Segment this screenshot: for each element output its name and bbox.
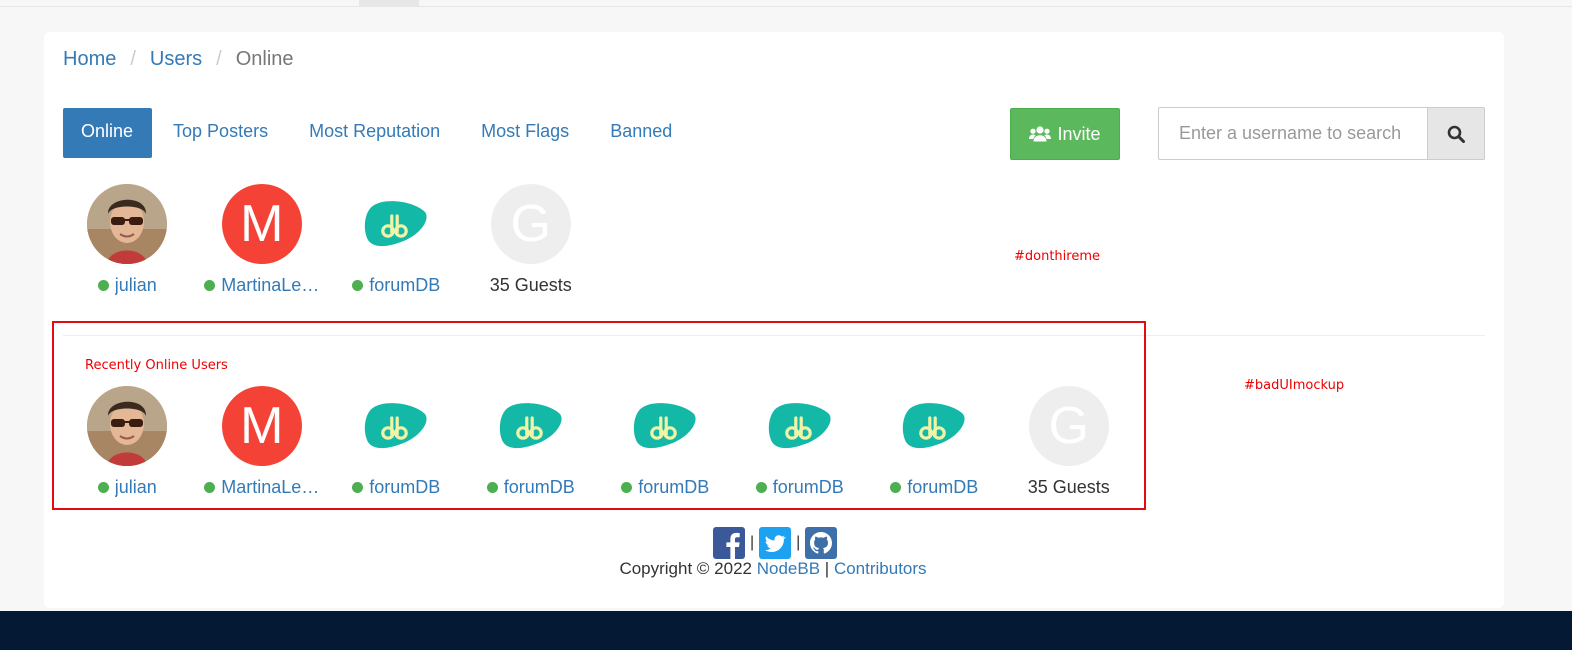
breadcrumb-home[interactable]: Home [63, 48, 116, 71]
contributors-link[interactable]: Contributors [834, 559, 927, 578]
user-card: forumDB [464, 386, 599, 498]
username-link[interactable]: forumDB [755, 477, 844, 498]
username-link[interactable]: forumDB [352, 477, 440, 498]
online-status-dot [352, 280, 364, 291]
avatar: G [490, 184, 571, 264]
avatar[interactable] [87, 386, 168, 466]
github-icon[interactable] [805, 527, 838, 559]
breadcrumb-separator: / [130, 48, 136, 70]
online-status-dot [621, 482, 633, 493]
users-icon [1029, 126, 1052, 142]
online-status-dot [204, 280, 216, 291]
forumdb-logo-icon [634, 403, 696, 449]
avatar-letter: M [240, 397, 284, 455]
forumdb-logo-icon [365, 201, 427, 247]
top-navbar [0, 0, 1572, 7]
user-photo-icon [87, 184, 168, 264]
user-card: M MartinaLe… [195, 386, 330, 498]
online-status-dot [352, 482, 364, 493]
avatar[interactable] [356, 386, 436, 466]
social-links: | | [713, 527, 838, 559]
online-status-dot [97, 280, 109, 291]
guest-count: 35 Guests [489, 275, 572, 295]
avatar[interactable] [894, 386, 974, 466]
forumdb-logo-icon [499, 403, 562, 449]
tab-online[interactable]: Online [63, 108, 153, 158]
user-card: M MartinaLe… [195, 184, 330, 296]
annotation-hashtag: #donthireme [1014, 249, 1101, 264]
username-link[interactable]: forumDB [352, 275, 440, 296]
avatar-letter: G [1048, 397, 1089, 455]
guests-card: G 35 Guests [1002, 386, 1137, 498]
username-link[interactable]: forumDB [890, 477, 978, 498]
user-list-tabs: Online Top Posters Most Reputation Most … [63, 108, 692, 158]
facebook-icon[interactable] [713, 527, 745, 559]
recent-users-title: Recently Online Users [85, 358, 228, 373]
username-link[interactable]: julian [97, 275, 157, 296]
nodebb-link[interactable]: NodeBB [757, 559, 820, 578]
twitter-icon[interactable] [759, 527, 792, 559]
user-search [1158, 107, 1485, 160]
breadcrumb: Home / Users / Online [63, 48, 294, 71]
username-link[interactable]: MartinaLe… [204, 477, 319, 498]
username-link[interactable]: julian [97, 477, 157, 498]
username-search-input[interactable] [1158, 107, 1427, 160]
invite-button[interactable]: Invite [1010, 108, 1120, 160]
social-separator: | [796, 534, 801, 551]
forumdb-logo-icon [903, 403, 965, 449]
online-status-dot [755, 482, 767, 493]
forumdb-logo-icon [768, 403, 831, 449]
user-card: forumDB [329, 184, 464, 296]
username-link[interactable]: MartinaLe… [204, 275, 319, 296]
breadcrumb-current: Online [235, 48, 294, 70]
breadcrumb-users[interactable]: Users [150, 48, 202, 71]
footer-copyright: Copyright © 2022 NodeBB | Contributors [0, 559, 1546, 579]
recent-users-list: julian M MartinaLe… forumDB forumDB foru… [60, 386, 1136, 498]
tab-most-reputation[interactable]: Most Reputation [289, 108, 460, 158]
avatar[interactable]: M [221, 184, 302, 264]
tab-top-posters[interactable]: Top Posters [153, 108, 288, 158]
online-status-dot [97, 482, 109, 493]
avatar[interactable] [625, 386, 705, 466]
footer-separator: | [824, 559, 830, 578]
avatar-letter: M [240, 195, 284, 253]
breadcrumb-separator: / [216, 48, 222, 70]
avatar-letter: G [510, 195, 551, 253]
active-nav-indicator[interactable] [359, 0, 419, 6]
guest-count: 35 Guests [1027, 477, 1110, 497]
forumdb-logo-icon [365, 403, 427, 449]
guests-card: G 35 Guests [464, 184, 599, 296]
user-card: forumDB [598, 386, 733, 498]
avatar[interactable] [760, 386, 840, 466]
avatar[interactable] [87, 184, 168, 264]
username-link[interactable]: forumDB [486, 477, 575, 498]
user-photo-icon [87, 386, 168, 466]
avatar[interactable]: M [221, 386, 302, 466]
online-status-dot [204, 482, 216, 493]
user-card: forumDB [733, 386, 868, 498]
avatar: G [1028, 386, 1109, 466]
user-card: julian [60, 184, 195, 296]
avatar[interactable] [356, 184, 436, 264]
online-users-list: julian M MartinaLe… forumDB G 35 Guests [60, 184, 598, 296]
invite-button-label: Invite [1057, 123, 1101, 144]
username-link[interactable]: forumDB [621, 477, 709, 498]
tab-most-flags[interactable]: Most Flags [461, 108, 589, 158]
social-separator: | [750, 534, 755, 551]
user-card: forumDB [867, 386, 1002, 498]
user-card: julian [60, 386, 195, 498]
online-status-dot [890, 482, 902, 493]
search-icon [1447, 125, 1465, 143]
copyright-text: Copyright © 2022 [619, 559, 752, 578]
avatar[interactable] [491, 386, 571, 466]
annotation-hashtag: #badUImockup [1244, 378, 1345, 393]
page-footer-band [0, 611, 1572, 650]
user-card: forumDB [329, 386, 464, 498]
tab-banned[interactable]: Banned [590, 108, 692, 158]
online-status-dot [486, 482, 498, 493]
search-button[interactable] [1427, 107, 1485, 160]
